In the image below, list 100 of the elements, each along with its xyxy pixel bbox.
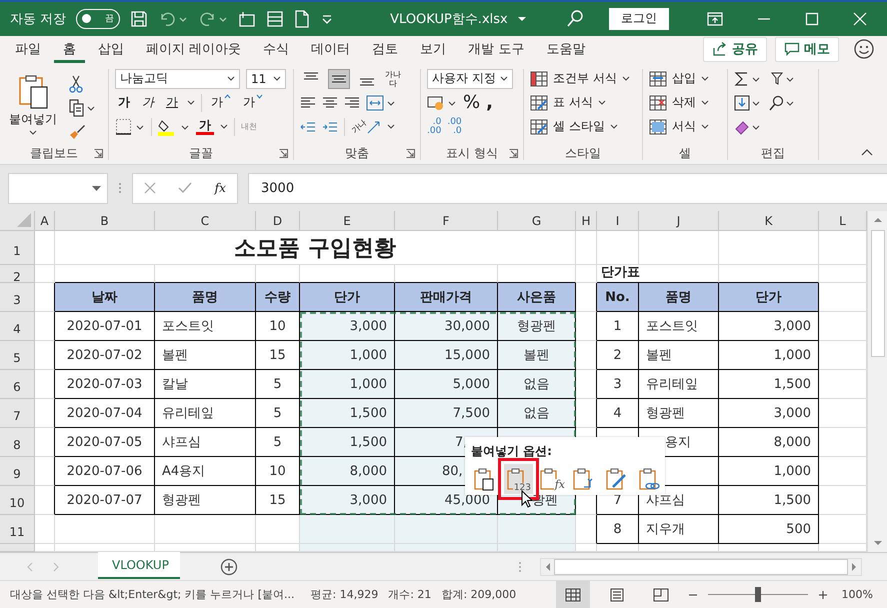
italic-button[interactable]: 가 (139, 94, 157, 112)
caret-icon[interactable] (610, 124, 618, 130)
dialog-launcher-icon[interactable] (509, 149, 518, 158)
column-header[interactable]: I (597, 211, 639, 232)
accounting-icon[interactable] (427, 94, 457, 111)
column-header[interactable]: H (576, 211, 597, 232)
decrease-decimal-button[interactable]: .00 .0 (447, 118, 462, 136)
sort-filter-icon[interactable] (768, 70, 796, 87)
cut-icon[interactable] (68, 74, 84, 93)
column-header[interactable]: J (639, 211, 719, 232)
collapse-ribbon-icon[interactable] (861, 148, 873, 156)
row-header[interactable]: 8 (0, 428, 35, 458)
scroll-thumb[interactable] (554, 558, 848, 575)
increase-indent-icon[interactable] (322, 120, 338, 134)
ribbon-tab[interactable]: 개발 도구 (459, 36, 534, 63)
vertical-scrollbar[interactable] (867, 211, 887, 552)
normal-view-button[interactable] (556, 581, 590, 608)
column-header[interactable]: L (819, 211, 867, 232)
split-handle-icon[interactable] (518, 560, 522, 574)
caret-icon[interactable] (518, 16, 526, 22)
ribbon-tab[interactable]: 수식 (254, 36, 298, 63)
row-header[interactable]: 7 (0, 399, 35, 428)
caret-icon[interactable] (701, 124, 709, 130)
bold-button[interactable]: 가 (115, 94, 133, 112)
column-header[interactable]: C (155, 211, 256, 232)
comments-button[interactable]: 메모 (775, 36, 839, 62)
decrease-indent-icon[interactable] (300, 120, 316, 134)
search-icon[interactable] (565, 8, 585, 29)
row-header[interactable]: 10 (0, 486, 35, 516)
underline-button[interactable]: 가 (163, 94, 181, 112)
borders-icon[interactable] (115, 118, 145, 136)
save-icon[interactable] (130, 10, 148, 28)
row-header[interactable]: 2 (0, 265, 35, 284)
insert-function-button[interactable]: fx (214, 181, 226, 196)
left-arrow-icon[interactable] (545, 562, 550, 571)
scroll-thumb[interactable] (870, 230, 884, 358)
ribbon-tab[interactable]: 검토 (363, 36, 408, 63)
delete-cells-button[interactable]: 삭제 (649, 92, 721, 113)
increase-decimal-button[interactable]: .0 .00 (427, 118, 442, 136)
caret-icon[interactable] (92, 186, 101, 191)
cell-styles-button[interactable]: 셀 스타일 (530, 116, 636, 137)
row-header[interactable]: 11 (0, 515, 35, 544)
caret-icon[interactable] (701, 100, 709, 106)
slider-thumb[interactable] (754, 587, 761, 602)
ribbon-display-icon[interactable] (707, 12, 723, 26)
ribbon-tab[interactable]: 데이터 (302, 36, 360, 63)
find-icon[interactable] (768, 94, 796, 111)
autosum-icon[interactable] (734, 70, 762, 87)
row-header[interactable]: 4 (0, 312, 35, 342)
caret-icon[interactable] (701, 76, 709, 82)
autosave-toggle[interactable]: 끔 (76, 8, 120, 29)
grow-font-button[interactable]: 가 (208, 94, 234, 112)
ribbon-tab[interactable]: 페이지 레이아웃 (137, 36, 250, 63)
row-header[interactable]: 5 (0, 341, 35, 370)
sign-in-button[interactable]: 로그인 (609, 8, 669, 30)
column-header[interactable]: F (395, 211, 498, 232)
dialog-launcher-icon[interactable] (94, 149, 103, 158)
row-header[interactable]: 6 (0, 370, 35, 400)
share-button[interactable]: 공유 (703, 36, 767, 62)
font-color-button[interactable]: 가 (196, 118, 214, 135)
caret-icon[interactable] (500, 76, 508, 82)
align-right-icon[interactable] (344, 96, 360, 110)
number-format-dropdown[interactable]: 사용자 지정 (427, 68, 513, 89)
format-as-table-button[interactable]: 표 서식 (530, 92, 636, 113)
smiley-icon[interactable] (853, 38, 875, 60)
percent-button[interactable]: % (463, 92, 480, 114)
conditional-formatting-button[interactable]: 조건부 서식 (530, 68, 636, 89)
zoom-level[interactable]: 100% (842, 588, 873, 602)
column-header[interactable]: B (55, 211, 155, 232)
column-header[interactable]: K (719, 211, 819, 232)
column-header[interactable]: E (300, 211, 395, 232)
zoom-in-icon[interactable] (818, 590, 828, 600)
dialog-launcher-icon[interactable] (406, 149, 415, 158)
file-name[interactable]: VLOOKUP함수.xlsx (390, 10, 508, 28)
caret-icon[interactable] (187, 100, 195, 106)
ribbon-tab[interactable]: 보기 (411, 36, 456, 63)
eraser-icon[interactable] (734, 118, 762, 135)
fill-color-icon[interactable] (158, 118, 190, 136)
caret-icon[interactable] (220, 124, 228, 130)
column-header[interactable]: D (256, 211, 300, 232)
row-header[interactable]: 3 (0, 283, 35, 312)
comma-button[interactable]: , (486, 92, 493, 114)
ribbon-tab[interactable]: 도움말 (537, 36, 594, 63)
format-cells-button[interactable]: 서식 (649, 116, 721, 137)
caret-icon[interactable] (387, 124, 395, 130)
insert-cells-button[interactable]: 삽입 (649, 68, 721, 89)
drag-handle-icon[interactable] (118, 181, 122, 196)
caret-icon[interactable] (622, 76, 630, 82)
format-painter-icon[interactable] (68, 122, 86, 141)
font-size-dropdown[interactable]: 11 (246, 68, 286, 89)
ribbon-tab[interactable]: 파일 (6, 36, 50, 63)
copy-icon[interactable] (68, 98, 96, 117)
middle-align-button[interactable] (328, 68, 350, 89)
fill-down-icon[interactable] (734, 94, 762, 111)
sheet-tab[interactable]: VLOOKUP (98, 552, 180, 580)
caret-icon[interactable] (29, 130, 37, 135)
form-icon[interactable] (266, 10, 284, 28)
caret-icon[interactable] (227, 76, 235, 82)
new-sheet-icon[interactable] (238, 10, 256, 28)
column-header[interactable]: G (498, 211, 576, 232)
